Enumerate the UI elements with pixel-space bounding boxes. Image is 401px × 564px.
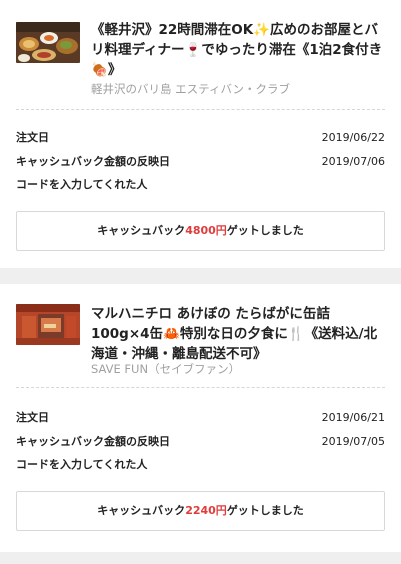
cashback-date-row: キャッシュバック金額の反映日 2019/07/05: [16, 433, 385, 451]
wine-glass-icon: 🍷: [184, 42, 202, 58]
order-card: 《軽井沢》22時間滞在OK✨広めのお部屋とバリ料理ディナー🍷でゆったり滞在《1泊…: [0, 0, 401, 268]
order-date-row: 注文日 2019/06/21: [16, 409, 385, 427]
cashback-button[interactable]: キャッシュバック4800円ゲットしました: [16, 211, 385, 251]
order-date-value: 2019/06/21: [321, 411, 385, 424]
cashback-amount: 4800円: [185, 224, 227, 237]
product-title[interactable]: 《軽井沢》22時間滞在OK✨広めのお部屋とバリ料理ディナー🍷でゆったり滞在《1泊…: [91, 20, 387, 80]
cashback-prefix: キャッシュバック: [97, 504, 186, 517]
crab-icon: 🦀: [163, 326, 180, 342]
cashback-prefix: キャッシュバック: [97, 224, 186, 237]
referrer-label: コードを入力してくれた人: [16, 178, 148, 191]
fork-knife-icon: 🍴: [287, 326, 305, 342]
divider: [16, 109, 385, 110]
shop-name[interactable]: SAVE FUN（セイブファン）: [91, 361, 240, 377]
cashback-date-value: 2019/07/06: [321, 155, 385, 168]
cashback-date-label: キャッシュバック金額の反映日: [16, 155, 170, 168]
cashback-date-value: 2019/07/05: [321, 435, 385, 448]
cashback-amount: 2240円: [185, 504, 227, 517]
cashback-date-row: キャッシュバック金額の反映日 2019/07/06: [16, 153, 385, 171]
order-card: マルハニチロ あけぼの たらばがに缶詰100g×4缶🦀特別な日の夕食に🍴《送料込…: [0, 284, 401, 552]
order-date-label: 注文日: [16, 131, 49, 144]
order-date-row: 注文日 2019/06/22: [16, 129, 385, 147]
product-title[interactable]: マルハニチロ あけぼの たらばがに缶詰100g×4缶🦀特別な日の夕食に🍴《送料込…: [91, 304, 387, 364]
referrer-label: コードを入力してくれた人: [16, 458, 148, 471]
cashback-suffix: ゲットしました: [226, 504, 304, 517]
referrer-row: コードを入力してくれた人: [16, 176, 385, 194]
shop-name[interactable]: 軽井沢のバリ島 エスティバン・クラブ: [91, 81, 290, 97]
order-date-value: 2019/06/22: [321, 131, 385, 144]
meat-icon: 🍖: [91, 62, 108, 78]
divider: [16, 387, 385, 388]
page-background: [0, 552, 401, 564]
cashback-suffix: ゲットしました: [226, 224, 304, 237]
order-date-label: 注文日: [16, 411, 49, 424]
cashback-button[interactable]: キャッシュバック2240円ゲットしました: [16, 491, 385, 531]
referrer-row: コードを入力してくれた人: [16, 456, 385, 474]
product-thumbnail[interactable]: [16, 304, 80, 345]
product-thumbnail[interactable]: [16, 22, 80, 63]
sparkle-icon: ✨: [253, 22, 271, 38]
cashback-date-label: キャッシュバック金額の反映日: [16, 435, 170, 448]
